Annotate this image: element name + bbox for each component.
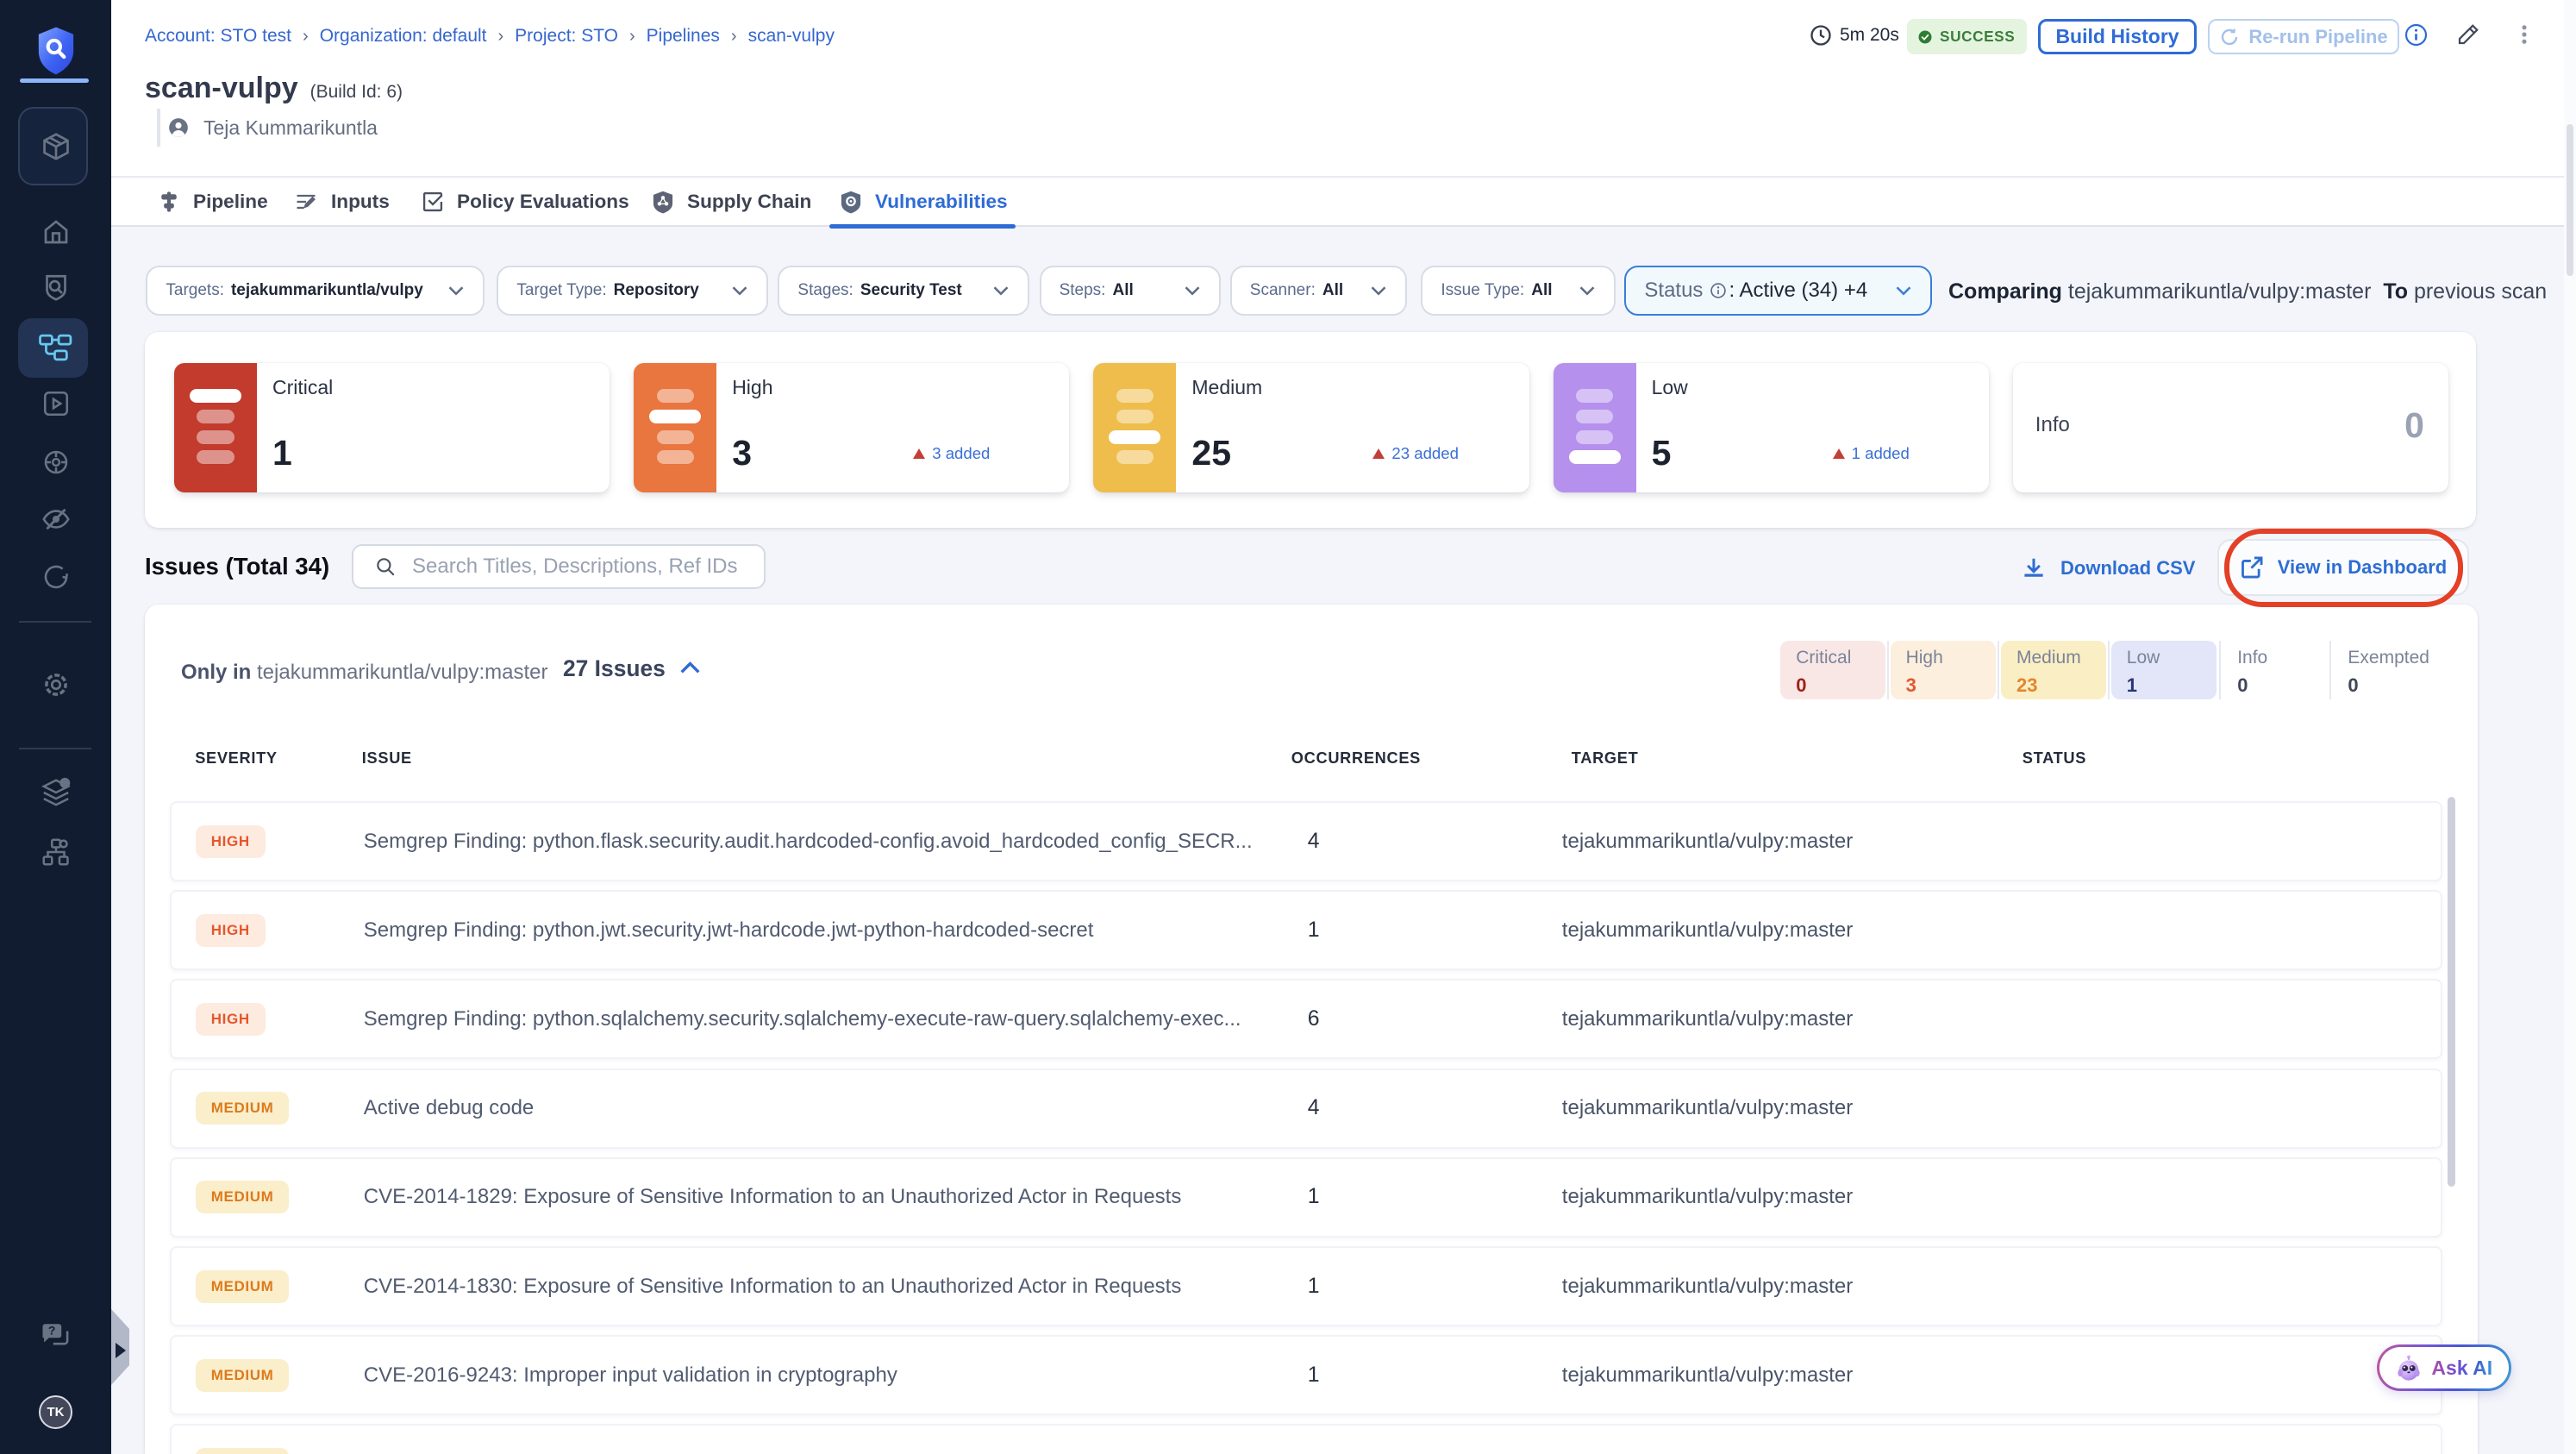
svg-text:?: ?: [47, 1324, 55, 1338]
